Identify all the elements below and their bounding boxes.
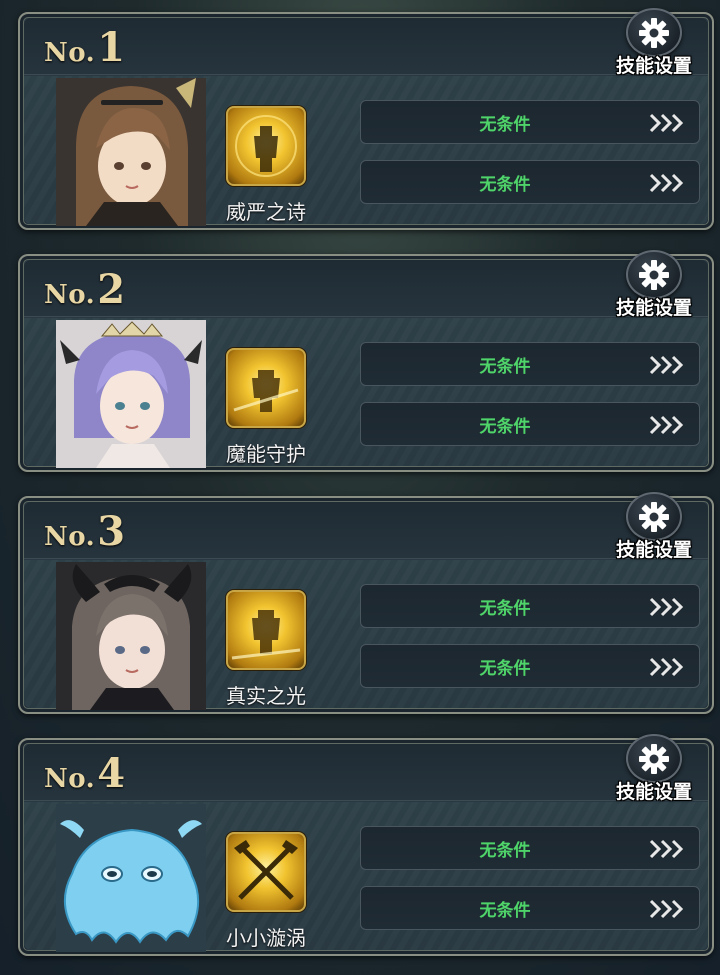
gear-icon	[626, 734, 682, 783]
triple-chevron-right-icon	[649, 657, 684, 677]
condition-button-1[interactable]: 无条件	[360, 826, 700, 870]
card-header	[24, 502, 708, 559]
condition-button-1[interactable]: 无条件	[360, 100, 700, 144]
condition-button-1[interactable]: 无条件	[360, 342, 700, 386]
skill-settings-button[interactable]: 技能设置	[612, 250, 696, 320]
gear-icon	[626, 492, 682, 541]
skill-settings-button[interactable]: 技能设置	[612, 734, 696, 804]
gear-icon	[626, 250, 682, 299]
team-slot-card-4: No.4 技能设置 小小漩涡 无条件 无条件	[18, 734, 714, 956]
card-header	[24, 744, 708, 801]
skill-settings-label: 技能设置	[615, 297, 692, 319]
gear-icon	[626, 8, 682, 57]
character-portrait[interactable]	[56, 78, 206, 226]
skill-slot[interactable]: 小小漩涡	[224, 832, 308, 951]
triple-chevron-right-icon	[649, 113, 684, 133]
rank-label: No.1	[44, 24, 126, 71]
triple-chevron-right-icon	[649, 173, 684, 193]
rank-label: No.3	[44, 508, 126, 555]
team-slot-card-3: No.3 技能设置 真实之光 无条件 无条件	[18, 492, 714, 714]
character-portrait[interactable]	[56, 562, 206, 710]
skill-name: 威严之诗	[226, 200, 306, 224]
condition-button-2[interactable]: 无条件	[360, 402, 700, 446]
triple-chevron-right-icon	[649, 355, 684, 375]
skill-icon	[226, 832, 306, 912]
condition-button-2[interactable]: 无条件	[360, 160, 700, 204]
skill-slot[interactable]: 真实之光	[224, 590, 308, 709]
skill-icon	[226, 590, 306, 670]
skill-settings-label: 技能设置	[615, 539, 692, 561]
skill-slot[interactable]: 魔能守护	[224, 348, 308, 467]
triple-chevron-right-icon	[649, 415, 684, 435]
triple-chevron-right-icon	[649, 839, 684, 859]
condition-button-2[interactable]: 无条件	[360, 644, 700, 688]
character-portrait[interactable]	[56, 804, 206, 952]
triple-chevron-right-icon	[649, 899, 684, 919]
skill-name: 真实之光	[226, 684, 306, 708]
skill-slot[interactable]: 威严之诗	[224, 106, 308, 225]
condition-button-1[interactable]: 无条件	[360, 584, 700, 628]
rank-label: No.4	[44, 750, 126, 797]
skill-settings-label: 技能设置	[615, 55, 692, 77]
rank-label: No.2	[44, 266, 126, 313]
skill-icon	[226, 348, 306, 428]
character-portrait[interactable]	[56, 320, 206, 468]
skill-name: 魔能守护	[226, 442, 306, 466]
team-slot-card-2: No.2 技能设置 魔能守护 无条件 无条件	[18, 250, 714, 472]
skill-settings-button[interactable]: 技能设置	[612, 492, 696, 562]
team-slot-card-1: No.1 技能设置 威严之诗 无条件 无条件	[18, 8, 714, 230]
skill-settings-button[interactable]: 技能设置	[612, 8, 696, 78]
card-header	[24, 260, 708, 317]
triple-chevron-right-icon	[649, 597, 684, 617]
condition-button-2[interactable]: 无条件	[360, 886, 700, 930]
card-header	[24, 18, 708, 75]
skill-name: 小小漩涡	[226, 926, 306, 950]
skill-icon	[226, 106, 306, 186]
skill-settings-label: 技能设置	[615, 781, 692, 803]
